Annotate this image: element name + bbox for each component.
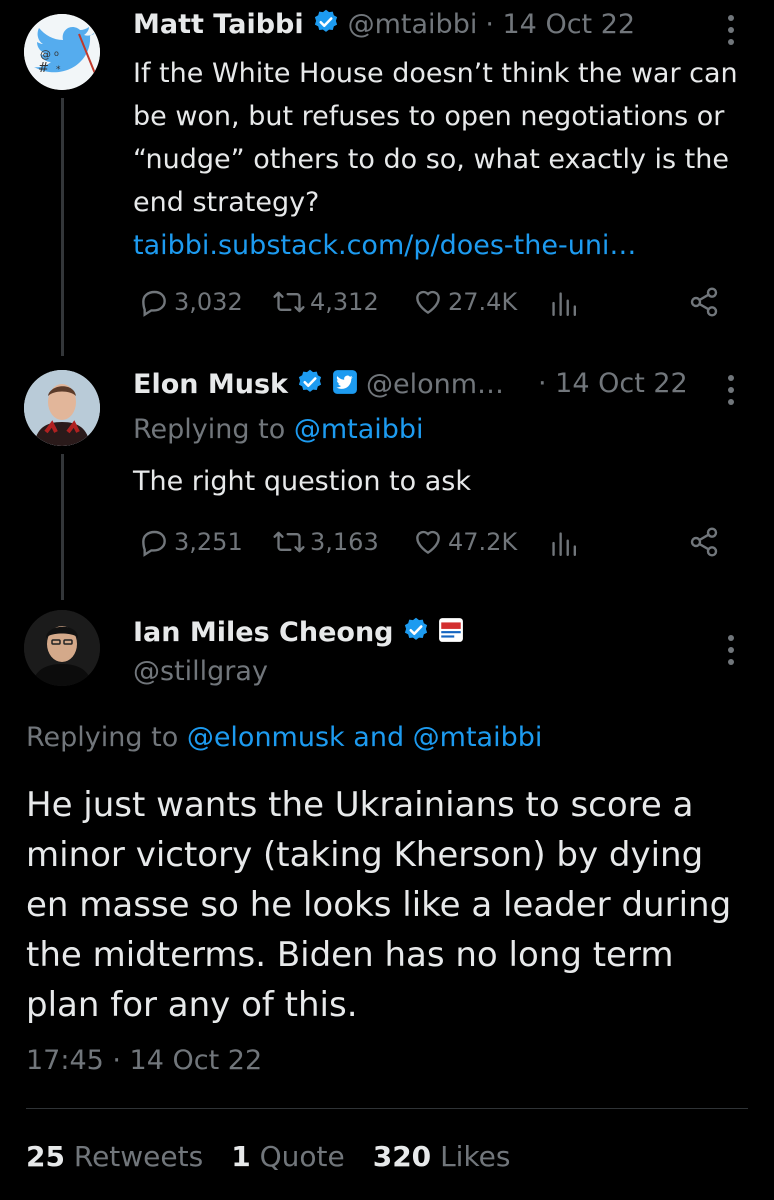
more-icon[interactable] bbox=[722, 372, 740, 408]
avatar-elon-musk[interactable] bbox=[24, 370, 100, 446]
analytics-icon bbox=[552, 292, 576, 316]
verified-badge-icon bbox=[312, 8, 340, 40]
retweets-stat[interactable]: 25 Retweets bbox=[26, 1140, 203, 1173]
share-button[interactable] bbox=[688, 526, 720, 558]
analytics-button[interactable] bbox=[550, 528, 576, 558]
replying-to-prefix: Replying to bbox=[133, 414, 286, 445]
like-button[interactable]: 47.2K bbox=[412, 526, 517, 558]
reply-count: 3,251 bbox=[174, 528, 243, 556]
reply-icon bbox=[142, 530, 166, 557]
retweet-icon bbox=[273, 531, 305, 553]
tweet-link[interactable]: taibbi.substack.com/p/does-the-uni… bbox=[133, 224, 636, 267]
like-icon bbox=[416, 290, 440, 314]
replying-to-and: and bbox=[353, 722, 405, 753]
author-handle[interactable]: @stillgray bbox=[133, 656, 268, 687]
verified-badge-icon bbox=[296, 368, 324, 400]
avatar-matt-taibbi[interactable]: @ o # * bbox=[24, 14, 100, 90]
likes-count: 320 bbox=[372, 1140, 432, 1173]
more-icon[interactable] bbox=[722, 632, 740, 668]
thread-line bbox=[61, 454, 64, 600]
verified-badge-icon bbox=[402, 616, 430, 648]
reply-button[interactable]: 3,032 bbox=[138, 286, 243, 318]
replying-to-mention-1[interactable]: @elonmusk bbox=[187, 722, 345, 753]
replying-to: Replying to @mtaibbi bbox=[133, 414, 424, 445]
replying-to: Replying to @elonmusk and @mtaibbi bbox=[26, 722, 542, 753]
svg-text:*: * bbox=[56, 65, 61, 75]
thread-line bbox=[61, 98, 64, 356]
retweets-count: 25 bbox=[26, 1140, 65, 1173]
replying-to-prefix: Replying to bbox=[26, 722, 179, 753]
retweet-count: 3,163 bbox=[310, 528, 379, 556]
author-name[interactable]: Elon Musk bbox=[133, 369, 288, 400]
retweet-count: 4,312 bbox=[310, 288, 379, 316]
profile-photo bbox=[24, 610, 100, 686]
retweet-icon bbox=[273, 291, 305, 313]
retweets-label: Retweets bbox=[73, 1140, 204, 1173]
twitter-bird-avatar-icon: @ o # * bbox=[24, 14, 100, 90]
more-icon[interactable] bbox=[722, 12, 740, 48]
tweet-text: He just wants the Ukrainians to score a … bbox=[26, 785, 732, 1025]
reply-button[interactable]: 3,251 bbox=[138, 526, 243, 558]
tweet-date[interactable]: · 14 Oct 22 bbox=[485, 9, 635, 40]
likes-stat[interactable]: 320 Likes bbox=[373, 1140, 511, 1173]
svg-text:o: o bbox=[54, 49, 59, 58]
avatar-ian-miles-cheong[interactable] bbox=[24, 610, 100, 686]
like-icon bbox=[416, 530, 440, 554]
retweet-button[interactable]: 3,163 bbox=[272, 526, 379, 558]
like-button[interactable]: 27.4K bbox=[412, 286, 517, 318]
svg-text:#: # bbox=[38, 61, 49, 76]
tweet-text: If the White House doesn’t think the war… bbox=[133, 58, 738, 218]
svg-text:@: @ bbox=[40, 48, 51, 61]
share-button[interactable] bbox=[688, 286, 720, 318]
author-handle[interactable]: @elonm… bbox=[366, 369, 504, 400]
divider bbox=[26, 1108, 748, 1109]
likes-label: Likes bbox=[440, 1140, 511, 1173]
author-name[interactable]: Ian Miles Cheong bbox=[133, 617, 394, 648]
quotes-count: 1 bbox=[231, 1140, 251, 1173]
tweet-date[interactable]: · 14 Oct 22 bbox=[538, 368, 688, 399]
tweet-text: The right question to ask bbox=[133, 466, 471, 497]
tweet-timestamp[interactable]: 17:45 · 14 Oct 22 bbox=[26, 1045, 262, 1076]
tweet-stats: 25 Retweets 1 Quote 320 Likes bbox=[26, 1140, 511, 1173]
news-affiliate-badge-icon bbox=[438, 617, 464, 647]
profile-photo bbox=[24, 370, 100, 446]
replying-to-mention[interactable]: @mtaibbi bbox=[294, 414, 424, 445]
analytics-icon bbox=[552, 532, 576, 556]
analytics-button[interactable] bbox=[550, 288, 576, 318]
author-name[interactable]: Matt Taibbi bbox=[133, 9, 304, 40]
share-icon bbox=[690, 287, 718, 317]
quotes-label: Quote bbox=[259, 1140, 345, 1173]
author-handle[interactable]: @mtaibbi bbox=[348, 9, 478, 40]
tweet1-header: Matt Taibbi @mtaibbi · 14 Oct 22 bbox=[133, 8, 635, 40]
tweet2-header: Elon Musk @elonm… bbox=[133, 368, 504, 400]
retweet-button[interactable]: 4,312 bbox=[272, 286, 379, 318]
reply-icon bbox=[142, 290, 166, 317]
reply-count: 3,032 bbox=[174, 288, 243, 316]
twitter-affiliate-badge-icon bbox=[332, 369, 358, 399]
share-icon bbox=[690, 527, 718, 557]
replying-to-mention-2[interactable]: @mtaibbi bbox=[413, 722, 543, 753]
like-count: 27.4K bbox=[448, 288, 518, 316]
quotes-stat[interactable]: 1 Quote bbox=[231, 1140, 345, 1173]
like-count: 47.2K bbox=[448, 528, 518, 556]
tweet3-header: Ian Miles Cheong bbox=[133, 616, 464, 648]
